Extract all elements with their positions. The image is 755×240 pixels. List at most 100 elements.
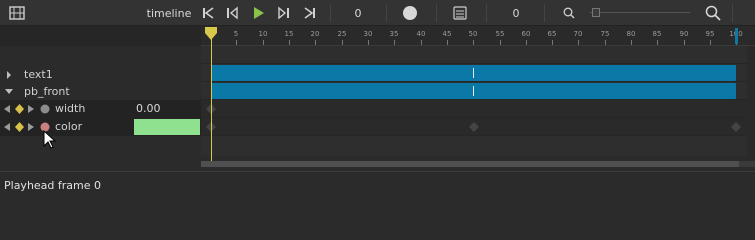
skip-end-icon[interactable]	[300, 0, 320, 26]
track-label: text1	[24, 68, 53, 81]
record-icon[interactable]	[399, 0, 421, 26]
range-end-marker[interactable]	[735, 28, 738, 44]
toolbar-divider	[544, 4, 545, 22]
step-back-icon[interactable]	[222, 0, 242, 26]
ruler-tick-label: 35	[389, 30, 399, 38]
zoom-slider[interactable]	[590, 0, 690, 26]
ruler-tick-label: 50	[468, 30, 478, 38]
keyframe-icon[interactable]	[469, 122, 479, 132]
ruler-tick-label: 85	[652, 30, 662, 38]
ruler-tick-label: 90	[679, 30, 689, 38]
ruler-tick	[315, 40, 316, 45]
ruler-tick-label: 80	[626, 30, 636, 38]
zoom-in-icon[interactable]	[703, 0, 723, 26]
film-icon[interactable]	[6, 0, 28, 26]
ruler-tick	[631, 40, 632, 45]
frame-field[interactable]: 0	[346, 0, 370, 26]
ruler-tick-label: 5	[233, 30, 239, 38]
timeline-row-color[interactable]	[201, 118, 755, 136]
ruler-tick-label: 45	[442, 30, 452, 38]
horizontal-scrollbar-thumb[interactable]	[201, 161, 739, 167]
ruler-tick-label: 60	[521, 30, 531, 38]
ruler-tick	[368, 40, 369, 45]
ruler-tick	[710, 40, 711, 45]
ruler-tick	[657, 40, 658, 45]
next-key-icon[interactable]	[28, 123, 35, 131]
prev-key-icon[interactable]	[4, 123, 11, 131]
zoom-out-icon[interactable]	[560, 0, 578, 26]
ruler-tick	[342, 40, 343, 45]
ruler-tick	[578, 40, 579, 45]
property-row-width[interactable]: width 0.00	[0, 100, 201, 118]
ruler-tick-label: 20	[310, 30, 320, 38]
ruler-tick	[605, 40, 606, 45]
ruler-tick	[236, 40, 237, 45]
keyframe-diamond-icon[interactable]	[15, 122, 24, 132]
ruler-tick-label: 65	[547, 30, 557, 38]
color-swatch[interactable]	[134, 119, 200, 135]
layers-icon[interactable]	[450, 0, 470, 26]
timeline-row-empty	[201, 46, 755, 64]
toolbar-divider	[486, 4, 487, 22]
status-bar: Playhead frame 0	[0, 171, 755, 205]
toolbar-divider	[386, 4, 387, 22]
ruler-tick	[263, 40, 264, 45]
track-row-text1[interactable]: text1	[0, 66, 201, 84]
ruler-tick	[289, 40, 290, 45]
horizontal-scrollbar[interactable]	[201, 161, 755, 167]
chevron-right-icon[interactable]	[6, 71, 12, 79]
ruler-tick	[421, 40, 422, 45]
clip-bar[interactable]	[211, 65, 736, 81]
property-dot-icon	[40, 104, 50, 114]
ruler-tick-label: 30	[363, 30, 373, 38]
timeline-area[interactable]: 5 10 15 20 25 30 35 40 45 50 55 60 65 70…	[201, 26, 755, 167]
toolbar-title: timeline	[146, 6, 192, 20]
play-icon[interactable]	[248, 0, 268, 26]
clip-marker	[473, 68, 474, 78]
ruler-tick	[526, 40, 527, 45]
toolbar-divider	[436, 4, 437, 22]
track-list-header	[0, 26, 201, 46]
toolbar-divider	[732, 4, 733, 22]
chevron-down-icon[interactable]	[5, 89, 13, 95]
property-label: width	[55, 102, 86, 115]
track-label: pb_front	[24, 85, 70, 98]
mouse-cursor-icon	[43, 130, 57, 149]
keyframe-icon[interactable]	[731, 122, 741, 132]
layer-field[interactable]: 0	[504, 0, 528, 26]
track-row-pb-front[interactable]: pb_front	[0, 83, 201, 101]
property-label: color	[55, 120, 83, 133]
timeline-toolbar: timeline 0 0	[0, 0, 755, 26]
clip-bar[interactable]	[211, 83, 736, 99]
time-ruler[interactable]: 5 10 15 20 25 30 35 40 45 50 55 60 65 70…	[201, 26, 755, 46]
ruler-tick-label: 55	[495, 30, 505, 38]
ruler-tick-label: 70	[573, 30, 583, 38]
ruler-tick	[473, 40, 474, 45]
ruler-tick	[684, 40, 685, 45]
ruler-tick-label: 25	[337, 30, 347, 38]
keyframe-diamond-icon[interactable]	[15, 104, 24, 114]
zoom-slider-handle[interactable]	[592, 8, 600, 17]
timeline-row-pb-front[interactable]	[201, 82, 755, 100]
vertical-scrollbar[interactable]	[747, 46, 755, 161]
ruler-tick-label: 95	[705, 30, 715, 38]
toolbar-divider	[330, 4, 331, 22]
track-list-panel: text1 pb_front width 0.00 color	[0, 26, 201, 156]
ruler-tick-label: 10	[258, 30, 268, 38]
skip-start-icon[interactable]	[198, 0, 218, 26]
next-key-icon[interactable]	[28, 105, 35, 113]
width-value-field[interactable]: 0.00	[136, 102, 161, 115]
step-forward-icon[interactable]	[274, 0, 294, 26]
clip-marker	[473, 86, 474, 96]
timeline-row-text1[interactable]	[201, 64, 755, 82]
ruler-tick-label: 15	[284, 30, 294, 38]
ruler-tick	[447, 40, 448, 45]
playhead-line[interactable]	[211, 36, 212, 162]
ruler-tick-label: 75	[600, 30, 610, 38]
property-row-color[interactable]: color	[0, 118, 201, 136]
timeline-row-width[interactable]	[201, 100, 755, 118]
status-text: Playhead frame 0	[4, 179, 102, 192]
ruler-tick	[500, 40, 501, 45]
ruler-tick	[552, 40, 553, 45]
prev-key-icon[interactable]	[4, 105, 11, 113]
